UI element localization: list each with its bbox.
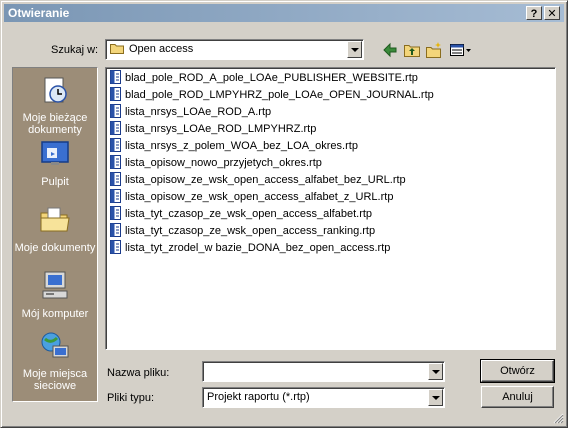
file-name: lista_nrsys_LOAe_ROD_A.rtp xyxy=(125,106,272,118)
help-button[interactable]: ? xyxy=(526,6,542,20)
lookin-combobox[interactable]: Open access xyxy=(105,39,364,60)
report-file-icon xyxy=(110,223,121,238)
lookin-dropdown-arrow[interactable] xyxy=(347,41,362,58)
window-title: Otwieranie xyxy=(8,6,70,20)
filename-combobox[interactable] xyxy=(202,361,445,382)
place-my-computer[interactable]: Mój komputer xyxy=(13,270,97,320)
filetype-value: Projekt raportu (*.rtp) xyxy=(207,391,310,403)
place-label: Moje dokumenty xyxy=(14,242,96,254)
filetype-label: Pliki typu: xyxy=(107,392,155,404)
file-list-item[interactable]: lista_nrsys_LOAe_ROD_A.rtp xyxy=(109,104,271,120)
report-file-icon xyxy=(110,70,121,85)
my-computer-icon xyxy=(42,271,68,299)
place-label: Mój komputer xyxy=(21,308,89,320)
file-list-item[interactable]: blad_pole_ROD_A_pole_LOAe_PUBLISHER_WEBS… xyxy=(109,70,418,86)
filename-dropdown-arrow[interactable] xyxy=(428,363,443,380)
close-button[interactable]: ✕ xyxy=(544,6,560,20)
my-documents-icon xyxy=(40,207,70,232)
report-file-icon xyxy=(110,104,121,119)
report-file-icon xyxy=(110,240,121,255)
place-my-documents[interactable]: Moje dokumenty xyxy=(13,204,97,254)
open-button[interactable]: Otwórz xyxy=(480,359,555,383)
report-file-icon xyxy=(110,87,121,102)
place-recent[interactable]: Moje bieżące dokumenty xyxy=(13,74,97,136)
views-menu-icon[interactable] xyxy=(449,41,473,59)
file-name: lista_nrsys_LOAe_ROD_LMPYHRZ.rtp xyxy=(125,123,317,135)
lookin-value: Open access xyxy=(129,43,194,55)
up-folder-icon[interactable] xyxy=(403,41,421,59)
new-folder-icon[interactable] xyxy=(425,41,443,59)
report-file-icon xyxy=(110,172,121,187)
filetype-combobox[interactable]: Projekt raportu (*.rtp) xyxy=(202,387,445,408)
file-name: lista_tyt_czasop_ze_wsk_open_access_rank… xyxy=(125,225,376,237)
file-name: blad_pole_ROD_LMPYHRZ_pole_LOAe_OPEN_JOU… xyxy=(125,89,434,101)
file-list-item[interactable]: lista_tyt_zrodel_w bazie_DONA_bez_open_a… xyxy=(109,240,390,256)
file-name: lista_tyt_zrodel_w bazie_DONA_bez_open_a… xyxy=(125,242,391,254)
file-list-item[interactable]: lista_opisow_ze_wsk_open_access_alfabet_… xyxy=(109,172,406,188)
places-bar: Moje bieżące dokumenty Pulpit Moje dokum… xyxy=(12,67,98,402)
place-label: Moje bieżące dokumenty xyxy=(22,112,88,136)
network-places-icon xyxy=(41,332,69,358)
lookin-value-wrap: Open access xyxy=(110,43,193,55)
file-list-item[interactable]: blad_pole_ROD_LMPYHRZ_pole_LOAe_OPEN_JOU… xyxy=(109,87,434,103)
place-network[interactable]: Moje miejsca sieciowe xyxy=(13,330,97,392)
report-file-icon xyxy=(110,206,121,221)
report-file-icon xyxy=(110,155,121,170)
file-list-item[interactable]: lista_nrsys_z_polem_WOA_bez_LOA_okres.rt… xyxy=(109,138,358,154)
place-label: Pulpit xyxy=(41,176,69,188)
file-name: lista_opisow_ze_wsk_open_access_alfabet_… xyxy=(125,174,406,186)
file-name: blad_pole_ROD_A_pole_LOAe_PUBLISHER_WEBS… xyxy=(125,72,418,84)
cancel-button[interactable]: Anuluj xyxy=(481,386,554,408)
file-name: lista_nrsys_z_polem_WOA_bez_LOA_okres.rt… xyxy=(125,140,358,152)
file-list-item[interactable]: lista_tyt_czasop_ze_wsk_open_access_rank… xyxy=(109,223,375,239)
file-list-item[interactable]: lista_opisow_ze_wsk_open_access_alfabet_… xyxy=(109,189,393,205)
file-list-item[interactable]: lista_nrsys_LOAe_ROD_LMPYHRZ.rtp xyxy=(109,121,316,137)
filetype-dropdown-arrow[interactable] xyxy=(428,389,443,406)
filename-label: Nazwa pliku: xyxy=(107,367,170,379)
resize-grip-icon[interactable] xyxy=(553,413,564,424)
title-bar[interactable]: Otwieranie ? ✕ xyxy=(4,4,564,22)
file-name: lista_tyt_czasop_ze_wsk_open_access_alfa… xyxy=(125,208,373,220)
report-file-icon xyxy=(110,121,121,136)
report-file-icon xyxy=(110,189,121,204)
file-name: lista_opisow_ze_wsk_open_access_alfabet_… xyxy=(125,191,394,203)
lookin-label: Szukaj w: xyxy=(51,44,99,56)
file-list-item[interactable]: lista_opisow_nowo_przyjetych_okres.rtp xyxy=(109,155,322,171)
file-list[interactable]: blad_pole_ROD_A_pole_LOAe_PUBLISHER_WEBS… xyxy=(105,67,556,350)
file-list-item[interactable]: lista_tyt_czasop_ze_wsk_open_access_alfa… xyxy=(109,206,372,222)
open-dialog: Otwieranie ? ✕ Szukaj w: Open access Moj… xyxy=(0,0,568,428)
back-arrow-icon[interactable] xyxy=(381,41,399,59)
folder-icon xyxy=(110,43,124,54)
report-file-icon xyxy=(110,138,121,153)
file-name: lista_opisow_nowo_przyjetych_okres.rtp xyxy=(125,157,322,169)
place-desktop[interactable]: Pulpit xyxy=(13,138,97,188)
place-label: Moje miejsca sieciowe xyxy=(22,368,88,392)
recent-documents-icon xyxy=(44,77,67,103)
desktop-icon xyxy=(41,141,69,165)
